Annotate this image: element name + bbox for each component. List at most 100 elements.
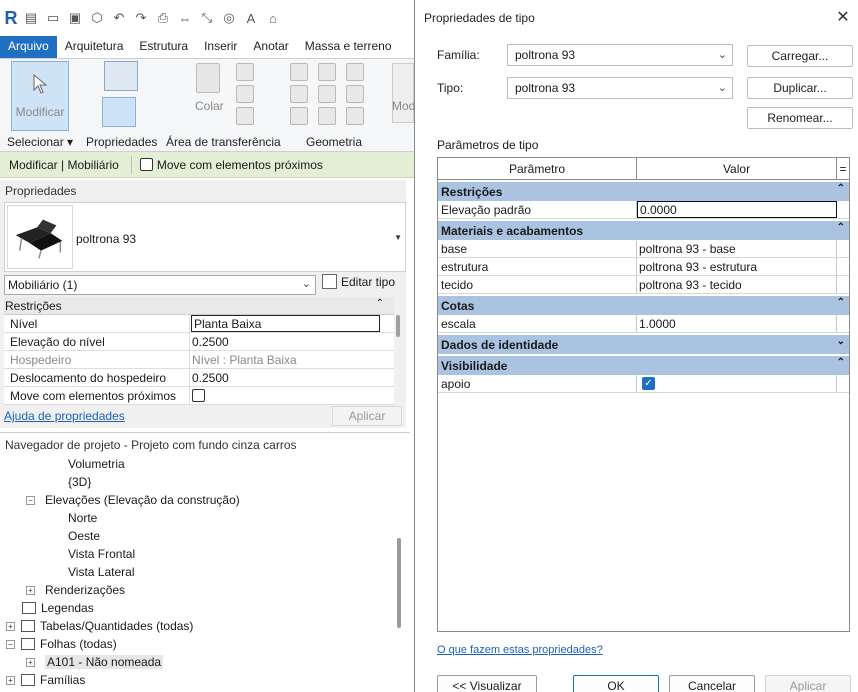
apply-button[interactable]: Aplicar — [765, 675, 851, 692]
tree-node-vista-frontal[interactable]: Vista Frontal — [0, 545, 392, 563]
modify-tools-partial[interactable] — [392, 63, 414, 123]
close-icon[interactable]: ✕ — [832, 6, 854, 28]
collapse-toggle-icon[interactable]: − — [6, 639, 15, 649]
tree-node-vista-lateral[interactable]: Vista Lateral — [0, 563, 392, 581]
property-row[interactable]: Deslocamento do hospedeiro 0.2500 — [4, 369, 394, 387]
expand-toggle-icon[interactable]: + — [26, 585, 35, 595]
param-value[interactable]: 0.0000 — [637, 201, 837, 218]
demolish-icon[interactable] — [290, 107, 308, 125]
group-restricoes[interactable]: Restrições ⌃ — [438, 182, 849, 201]
match-type-icon[interactable] — [236, 107, 254, 125]
wall-joins-icon[interactable] — [318, 85, 336, 103]
family-dropdown[interactable]: poltrona 93 ⌄ — [507, 44, 733, 66]
tag-icon[interactable]: ◎ — [220, 9, 238, 27]
property-value[interactable]: Planta Baixa — [191, 315, 380, 332]
tree-node-folhas[interactable]: − Folhas (todas) — [0, 635, 392, 653]
properties-scrollbar[interactable] — [396, 315, 400, 337]
expand-toggle-icon[interactable]: + — [6, 675, 15, 685]
group-header-restricoes[interactable]: Restrições ⌃ — [4, 297, 394, 315]
rename-button[interactable]: Renomear... — [747, 107, 853, 129]
column-header-parametro[interactable]: Parâmetro — [438, 158, 637, 179]
group-cotas[interactable]: Cotas ⌃ — [438, 296, 849, 315]
property-row[interactable]: Nível Planta Baixa — [4, 315, 394, 333]
revit-logo-icon[interactable]: R — [4, 8, 18, 28]
sync-icon[interactable]: ⬡ — [88, 9, 106, 27]
tree-node-renderizacoes[interactable]: + Renderizações — [0, 581, 392, 599]
redo-icon[interactable]: ↷ — [132, 9, 150, 27]
home-icon[interactable]: ▤ — [22, 9, 40, 27]
tree-node-oeste[interactable]: Oeste — [0, 527, 392, 545]
type-properties-icon[interactable] — [104, 61, 138, 91]
param-value[interactable]: poltrona 93 - base — [637, 240, 837, 257]
expand-toggle-icon[interactable]: + — [6, 621, 15, 631]
checkmark-icon[interactable]: ✓ — [642, 377, 655, 390]
table-row[interactable]: estrutura poltrona 93 - estrutura — [438, 258, 849, 276]
tree-node-legendas[interactable]: Legendas — [0, 599, 392, 617]
param-formula[interactable] — [837, 240, 849, 257]
collapse-icon[interactable]: ⌃ — [376, 298, 384, 309]
table-row[interactable]: base poltrona 93 - base — [438, 240, 849, 258]
type-dropdown[interactable]: poltrona 93 ⌄ — [507, 77, 733, 99]
tab-estrutura[interactable]: Estrutura — [131, 36, 196, 58]
collapse-icon[interactable]: ⌃ — [837, 297, 845, 308]
property-value[interactable]: 0.2500 — [190, 369, 394, 386]
move-with-nearby-prop-checkbox[interactable] — [192, 389, 205, 402]
measure-icon[interactable]: ⤡ — [198, 9, 216, 27]
beam-join-icon[interactable] — [346, 107, 364, 125]
open-icon[interactable]: ▭ — [44, 9, 62, 27]
collapse-icon[interactable]: ⌃ — [837, 357, 845, 368]
expand-icon[interactable]: ⌄ — [837, 336, 845, 347]
param-formula[interactable] — [837, 201, 849, 218]
table-row[interactable]: escala 1.0000 — [438, 315, 849, 333]
collapse-icon[interactable]: ⌃ — [837, 183, 845, 194]
param-formula[interactable] — [837, 258, 849, 275]
print-icon[interactable]: ⎙ — [154, 9, 172, 27]
column-header-formula[interactable]: = — [837, 158, 849, 179]
type-selector[interactable]: poltrona 93 ▼ — [4, 202, 406, 272]
cut-geometry-icon[interactable] — [318, 63, 336, 81]
tree-node-elevacoes[interactable]: − Elevações (Elevação da construção) — [0, 491, 392, 509]
undo-icon[interactable]: ↶ — [110, 9, 128, 27]
group-visibilidade[interactable]: Visibilidade ⌃ — [438, 356, 849, 375]
table-row[interactable]: Elevação padrão 0.0000 — [438, 201, 849, 219]
3d-view-icon[interactable]: ⌂ — [264, 9, 282, 27]
move-with-nearby-checkbox[interactable] — [139, 158, 153, 171]
ok-button[interactable]: OK — [573, 675, 659, 692]
param-formula[interactable] — [837, 315, 849, 332]
property-value[interactable] — [190, 387, 394, 404]
param-value[interactable]: poltrona 93 - estrutura — [637, 258, 837, 275]
split-face-icon[interactable] — [290, 85, 308, 103]
expand-toggle-icon[interactable]: + — [26, 657, 35, 667]
param-value[interactable]: ✓ — [637, 375, 837, 392]
type-dropdown-arrow-icon[interactable]: ▼ — [394, 233, 402, 242]
paste-icon[interactable] — [196, 63, 220, 93]
collapse-toggle-icon[interactable]: − — [26, 495, 35, 505]
param-value[interactable]: poltrona 93 - tecido — [637, 276, 837, 293]
properties-help-link[interactable]: Ajuda de propriedades — [4, 409, 125, 423]
column-header-valor[interactable]: Valor — [637, 158, 837, 179]
cope-icon[interactable] — [290, 63, 308, 81]
duplicate-button[interactable]: Duplicar... — [747, 77, 853, 99]
param-value[interactable]: 1.0000 — [637, 315, 837, 332]
tree-node-3d[interactable]: {3D} — [0, 473, 392, 491]
param-formula[interactable] — [837, 276, 849, 293]
group-dados-identidade[interactable]: Dados de identidade ⌄ — [438, 335, 849, 354]
edit-type-button[interactable]: Editar tipo — [322, 274, 395, 289]
remove-paint-icon[interactable] — [318, 107, 336, 125]
copy-icon[interactable] — [236, 85, 254, 103]
paint-icon[interactable] — [346, 85, 364, 103]
collapse-icon[interactable]: ⌃ — [837, 222, 845, 233]
cut-icon[interactable] — [236, 63, 254, 81]
properties-apply-button[interactable]: Aplicar — [332, 406, 402, 426]
tab-anotar[interactable]: Anotar — [245, 36, 296, 58]
tree-node-norte[interactable]: Norte — [0, 509, 392, 527]
load-button[interactable]: Carregar... — [747, 45, 853, 67]
table-row[interactable]: tecido poltrona 93 - tecido — [438, 276, 849, 294]
tree-node-volumetria[interactable]: Volumetria — [0, 455, 392, 473]
param-formula[interactable] — [837, 375, 849, 392]
group-materiais[interactable]: Materiais e acabamentos ⌃ — [438, 221, 849, 240]
modify-button[interactable]: Modificar — [11, 61, 69, 131]
select-dropdown[interactable]: Selecionar ▾ — [7, 135, 73, 149]
properties-palette-icon[interactable] — [102, 97, 136, 127]
cancel-button[interactable]: Cancelar — [669, 675, 755, 692]
